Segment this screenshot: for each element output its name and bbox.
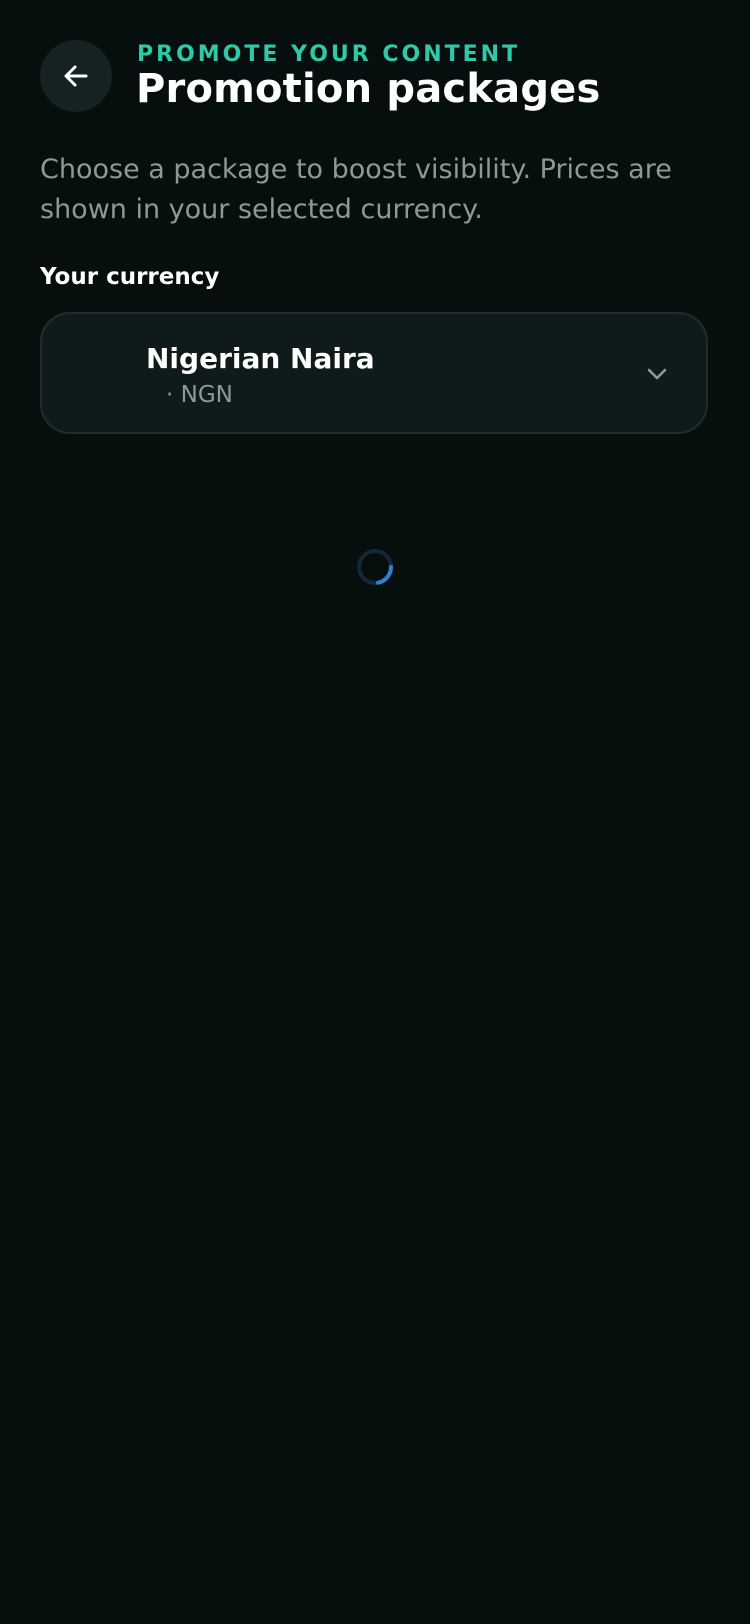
currency-select[interactable]: Nigerian Naira · NGN	[40, 312, 708, 434]
loading-spinner-icon	[356, 548, 394, 586]
arrow-left-icon	[64, 65, 88, 87]
header: PROMOTE YOUR CONTENT Promotion packages	[40, 40, 710, 112]
page-title: Promotion packages	[136, 66, 601, 112]
currency-name: Nigerian Naira	[146, 342, 375, 375]
currency-label: Your currency	[40, 264, 220, 290]
back-button[interactable]	[40, 40, 112, 112]
chevron-down-icon	[644, 361, 670, 387]
currency-code: · NGN	[166, 382, 233, 408]
page-description: Choose a package to boost visibility. Pr…	[40, 154, 672, 225]
page-eyebrow: PROMOTE YOUR CONTENT	[137, 42, 521, 67]
